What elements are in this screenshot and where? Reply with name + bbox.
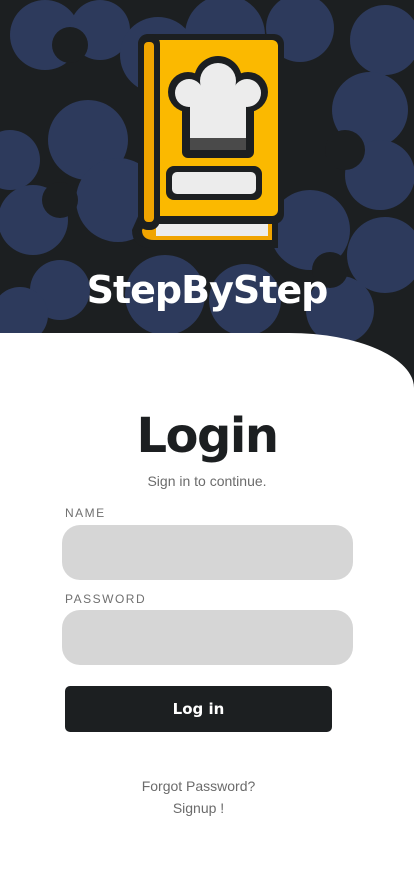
app-title: StepByStep <box>86 268 329 312</box>
password-label: PASSWORD <box>65 592 147 606</box>
password-input[interactable] <box>62 610 353 665</box>
forgot-password-link[interactable]: Forgot Password? <box>0 778 397 794</box>
login-heading: Login <box>136 408 279 464</box>
name-label: NAME <box>65 506 106 520</box>
cookbook-chef-hat-icon <box>132 34 284 248</box>
signup-link[interactable]: Signup ! <box>0 800 397 816</box>
login-subtitle: Sign in to continue. <box>147 473 267 489</box>
name-input[interactable] <box>62 525 353 580</box>
login-button[interactable]: Log in <box>65 686 332 732</box>
